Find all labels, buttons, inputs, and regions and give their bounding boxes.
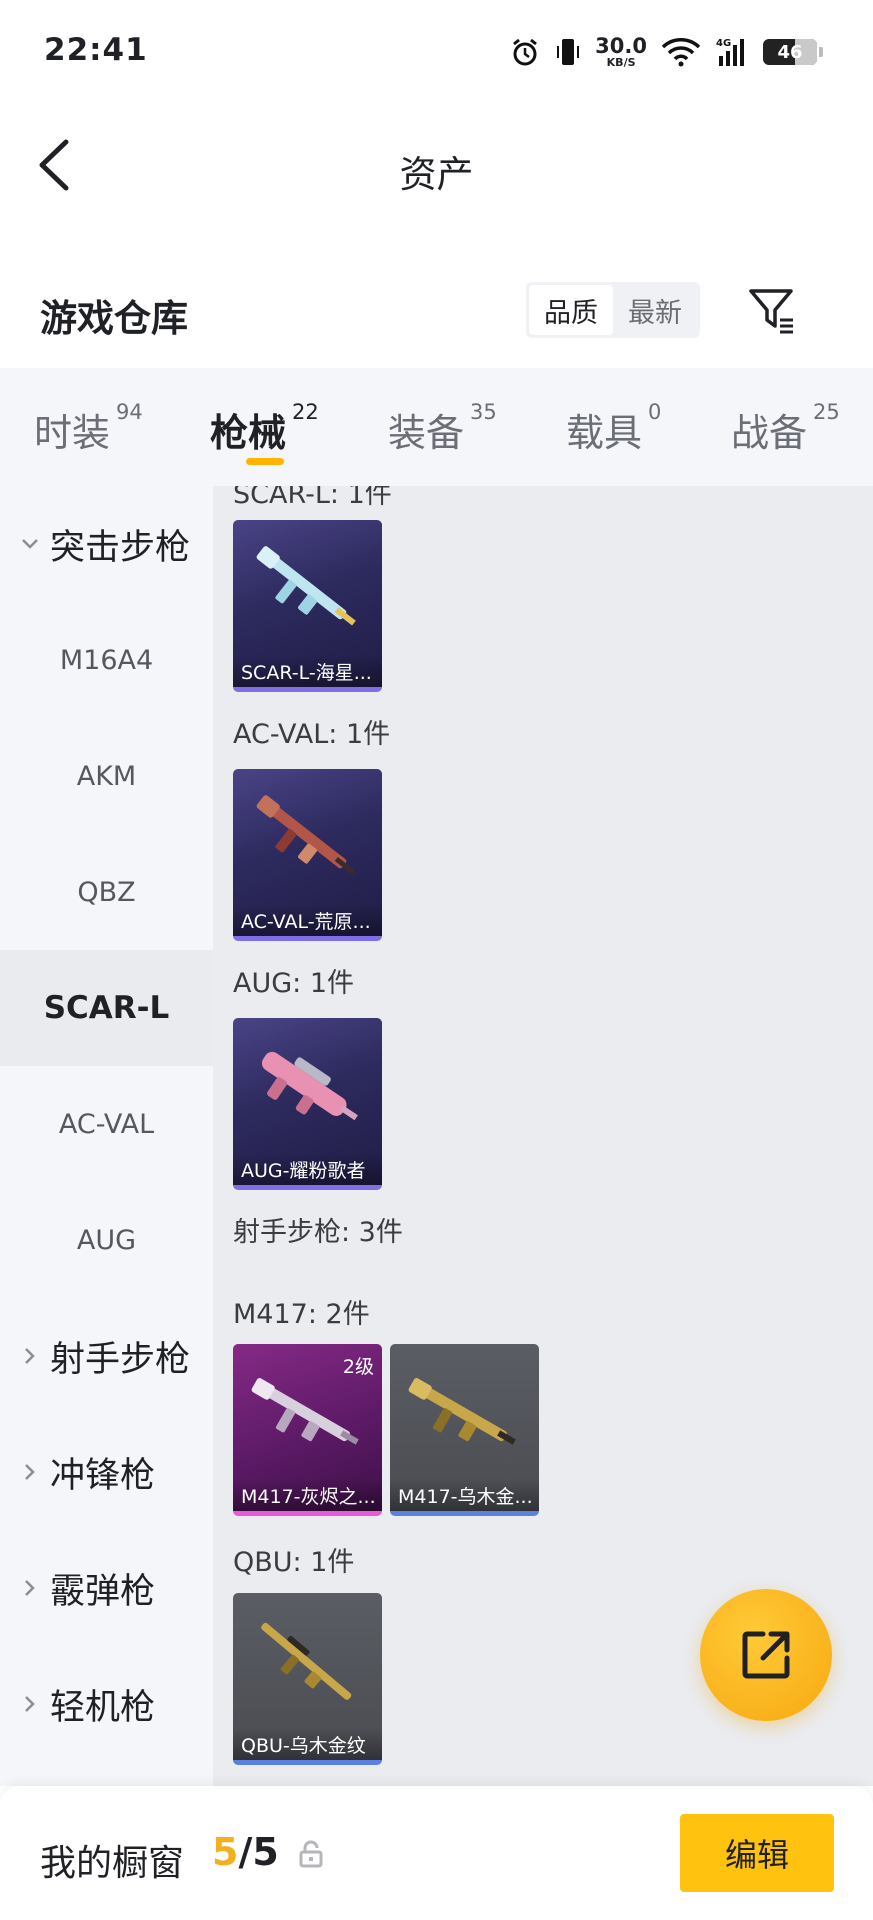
status-time: 22:41	[44, 32, 148, 68]
tab-vehicles[interactable]: 载具 0	[566, 400, 661, 457]
lock-icon	[299, 1840, 323, 1868]
chevron-right-icon	[20, 1462, 40, 1482]
weapon-level-badge: 2级	[342, 1356, 374, 1378]
sidebar-group-assault-rifle[interactable]: 突击步枪	[0, 486, 213, 602]
weapon-card[interactable]: AUG-耀粉歌者	[233, 1018, 382, 1190]
alarm-icon	[509, 36, 541, 68]
weapon-card-label: AC-VAL-荒原...	[233, 904, 382, 936]
warehouse-header: 游戏仓库 品质 最新	[0, 270, 873, 360]
weapon-card[interactable]: QBU-乌木金纹	[233, 1593, 382, 1765]
share-button[interactable]	[700, 1589, 832, 1721]
sidebar-group-shotgun[interactable]: 霰弹枪	[0, 1530, 213, 1646]
showcase-title: 我的橱窗	[40, 1843, 185, 1884]
status-icons: 30.0 KB/S 4G 46	[509, 32, 823, 72]
chevron-right-icon	[20, 1346, 40, 1366]
status-bar: 22:41 30.0 KB/S 4G 46	[0, 0, 873, 100]
sidebar-item-akm[interactable]: AKM	[0, 718, 213, 834]
svg-text:4G: 4G	[716, 38, 731, 49]
weapon-type-sidebar: 突击步枪 M16A4 AKM QBZ SCAR-L AC-VAL AUG 射手步…	[0, 486, 213, 1786]
rifle-icon	[261, 1622, 352, 1700]
share-external-icon	[742, 1631, 790, 1679]
battery-icon: 46	[763, 39, 823, 65]
signal-icon: 4G	[715, 36, 749, 68]
rifle-icon	[408, 1378, 516, 1445]
chevron-down-icon	[20, 534, 40, 554]
chevron-right-icon	[20, 1694, 40, 1714]
weapon-card-label: M417-灰烬之...	[233, 1479, 382, 1511]
section-title: 射手步枪: 3件	[233, 1217, 403, 1248]
edit-button[interactable]: 编辑	[680, 1814, 834, 1892]
sort-toggle: 品质 最新	[526, 282, 700, 338]
sidebar-group-marksman-rifle[interactable]: 射手步枪	[0, 1298, 213, 1414]
section-title: SCAR-L: 1件	[233, 486, 392, 510]
sidebar-item-m16a4[interactable]: M16A4	[0, 602, 213, 718]
active-tab-indicator	[246, 458, 284, 465]
sort-newest-button[interactable]: 最新	[613, 285, 697, 335]
sidebar-item-aug[interactable]: AUG	[0, 1182, 213, 1298]
weapon-card[interactable]: 2级 M417-灰烬之...	[233, 1344, 382, 1516]
page-title: 资产	[399, 153, 474, 196]
sidebar-item-label: 突击步枪	[50, 527, 191, 568]
wifi-icon	[661, 37, 701, 67]
tab-firearms[interactable]: 枪械 22	[210, 400, 319, 457]
section-title: M417: 2件	[233, 1299, 370, 1330]
rifle-icon	[256, 546, 356, 626]
filter-icon	[749, 289, 793, 334]
sidebar-item-scar-l[interactable]: SCAR-L	[0, 950, 213, 1066]
page-header: 资产	[0, 100, 873, 230]
tab-equipment[interactable]: 装备 35	[388, 400, 497, 457]
weapon-card-label: AUG-耀粉歌者	[233, 1153, 382, 1185]
sidebar-group-smg[interactable]: 冲锋枪	[0, 1414, 213, 1530]
weapon-card[interactable]: SCAR-L-海星...	[233, 520, 382, 692]
section-title: AC-VAL: 1件	[233, 719, 391, 750]
showcase-bar: 我的橱窗 5/5 编辑	[0, 1786, 873, 1920]
vibrate-icon	[555, 36, 581, 68]
tab-fashion[interactable]: 时装 94	[34, 400, 143, 457]
warehouse-title: 游戏仓库	[40, 297, 188, 340]
weapon-card-label: SCAR-L-海星...	[233, 655, 382, 687]
section-title: AUG: 1件	[233, 968, 355, 999]
sidebar-item-ac-val[interactable]: AC-VAL	[0, 1066, 213, 1182]
rifle-icon	[261, 1051, 358, 1121]
sidebar-group-lmg[interactable]: 轻机枪	[0, 1646, 213, 1762]
section-title: QBU: 1件	[233, 1547, 355, 1578]
filter-button[interactable]	[748, 286, 796, 336]
sort-quality-button[interactable]: 品质	[529, 285, 613, 335]
weapon-card-label: M417-乌木金...	[390, 1479, 539, 1511]
showcase-count: 5/5	[212, 1830, 279, 1874]
rifle-icon	[256, 795, 356, 875]
weapon-card[interactable]: M417-乌木金...	[390, 1344, 539, 1516]
net-speed: 30.0 KB/S	[595, 34, 647, 69]
sidebar-item-qbz[interactable]: QBZ	[0, 834, 213, 950]
category-tabs: 时装 94 枪械 22 装备 35 载具 0 战备 25	[0, 368, 873, 486]
weapon-card[interactable]: AC-VAL-荒原...	[233, 769, 382, 941]
chevron-right-icon	[20, 1578, 40, 1598]
tab-supplies[interactable]: 战备 25	[731, 400, 840, 457]
weapon-card-label: QBU-乌木金纹	[233, 1728, 382, 1760]
